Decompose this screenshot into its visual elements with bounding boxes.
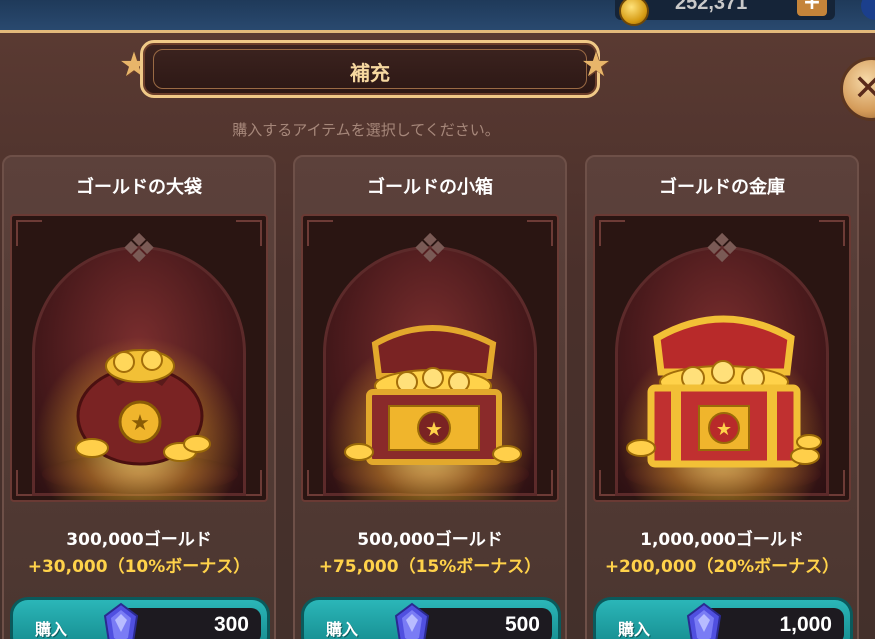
gold-coin-icon — [619, 0, 649, 26]
dialog-subtitle: 購入するアイテムを選択してください。 — [232, 121, 500, 139]
product-name: ゴールドの小箱 — [367, 177, 493, 198]
product-image-frame: ❖ ★ — [593, 214, 851, 502]
product-card-gold-bag: ゴールドの大袋 ❖ ★ 300,000ゴールド +30,000（10%ボーナス）… — [2, 155, 276, 639]
svg-text:★: ★ — [130, 411, 150, 436]
gem-icon — [103, 602, 139, 639]
buy-button-label: 購入 — [618, 620, 651, 639]
title-plate: 補充 — [140, 40, 600, 98]
gem-icon — [394, 602, 430, 639]
bonus-label: +200,000（20%ボーナス） — [604, 557, 840, 577]
gold-bag-icon: ★ — [75, 349, 211, 466]
price-value: 300 — [213, 613, 249, 636]
price-value: 500 — [504, 613, 540, 636]
gem-icon — [686, 602, 722, 639]
replenish-dialog: ★ 補充 ★ 購入するアイテムを選択してください。 ゴールドの大袋 ❖ ★ 30… — [0, 30, 875, 639]
gem-orb-icon — [861, 0, 875, 20]
product-name: ゴールドの金庫 — [659, 177, 785, 198]
buy-button-label: 購入 — [326, 620, 359, 639]
buy-button[interactable]: 購入 500 — [301, 597, 561, 639]
product-card-small-chest: ゴールドの小箱 ❖ ★ 500,000ゴールド +75,000（15%ボーナス）… — [293, 155, 567, 639]
svg-text:★: ★ — [716, 419, 732, 440]
gold-small-chest-icon: ★ — [344, 325, 522, 465]
buy-button[interactable]: 購入 1,000 — [593, 597, 853, 639]
close-icon: ✕ — [853, 68, 875, 109]
svg-text:★: ★ — [425, 417, 443, 441]
bonus-label: +30,000（10%ボーナス） — [27, 557, 251, 577]
close-button[interactable]: ✕ — [840, 57, 875, 121]
gold-vault-chest-icon: ★ — [626, 315, 822, 468]
product-name: ゴールドの大袋 — [76, 177, 202, 198]
gold-counter: 252,371 + — [615, 0, 835, 26]
gold-amount-label: 300,000ゴールド — [66, 530, 212, 550]
gold-amount-label: 500,000ゴールド — [357, 530, 503, 550]
gold-amount: 252,371 — [675, 0, 748, 14]
buy-button-label: 購入 — [35, 620, 68, 639]
add-gold-button[interactable]: + — [797, 0, 827, 16]
bonus-label: +75,000（15%ボーナス） — [318, 557, 542, 577]
dialog-title: 補充 — [350, 61, 390, 85]
buy-button[interactable]: 購入 300 — [10, 597, 270, 639]
top-hud: 252,371 + — [0, 0, 875, 32]
star-ornament-icon: ★ — [580, 45, 612, 85]
product-image-frame: ❖ ★ — [301, 214, 559, 502]
product-image-frame: ❖ ★ — [10, 214, 268, 502]
price-value: 1,000 — [779, 613, 832, 636]
gold-amount-label: 1,000,000ゴールド — [640, 530, 804, 550]
product-card-vault: ゴールドの金庫 ❖ ★ 1,000,000ゴールド +200,000（20%ボー… — [585, 155, 859, 639]
